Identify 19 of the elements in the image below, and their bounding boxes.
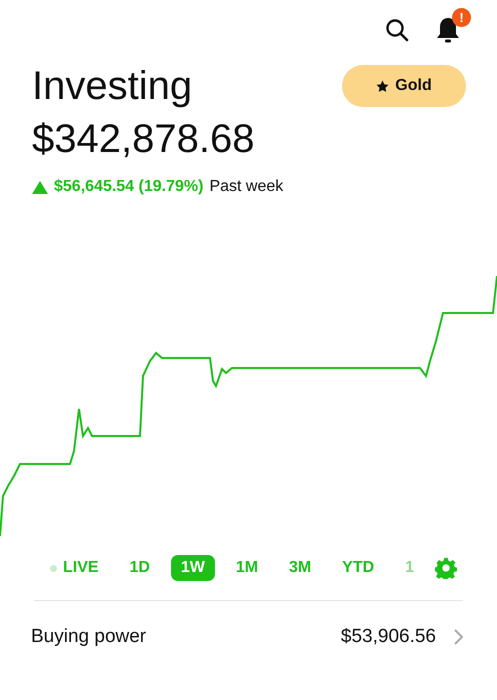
star-icon [376,80,390,92]
account-title: Investing [32,63,192,110]
buying-power-label: Buying power [31,626,146,648]
range-tab[interactable]: 1M [226,555,268,581]
range-tab[interactable]: 1W [170,555,215,581]
range-tab[interactable]: 3M [279,555,322,581]
change-period: Past week [209,178,284,196]
change-amount: $56,645.54 (19.79%) [54,178,204,196]
notification-badge: ! [452,8,471,27]
search-icon[interactable] [385,18,409,42]
range-tab[interactable]: LIVE [40,555,109,581]
buying-power-value: $53,906.56 [340,626,436,648]
portfolio-value: $342,878.68 [32,116,256,163]
range-tab[interactable]: YTD [332,555,384,581]
membership-button[interactable]: Gold [342,65,466,107]
up-triangle-icon [32,180,48,194]
range-tab[interactable]: 1 [395,555,424,581]
bell-icon[interactable] [435,16,461,44]
range-tab[interactable]: 1D [120,555,160,581]
